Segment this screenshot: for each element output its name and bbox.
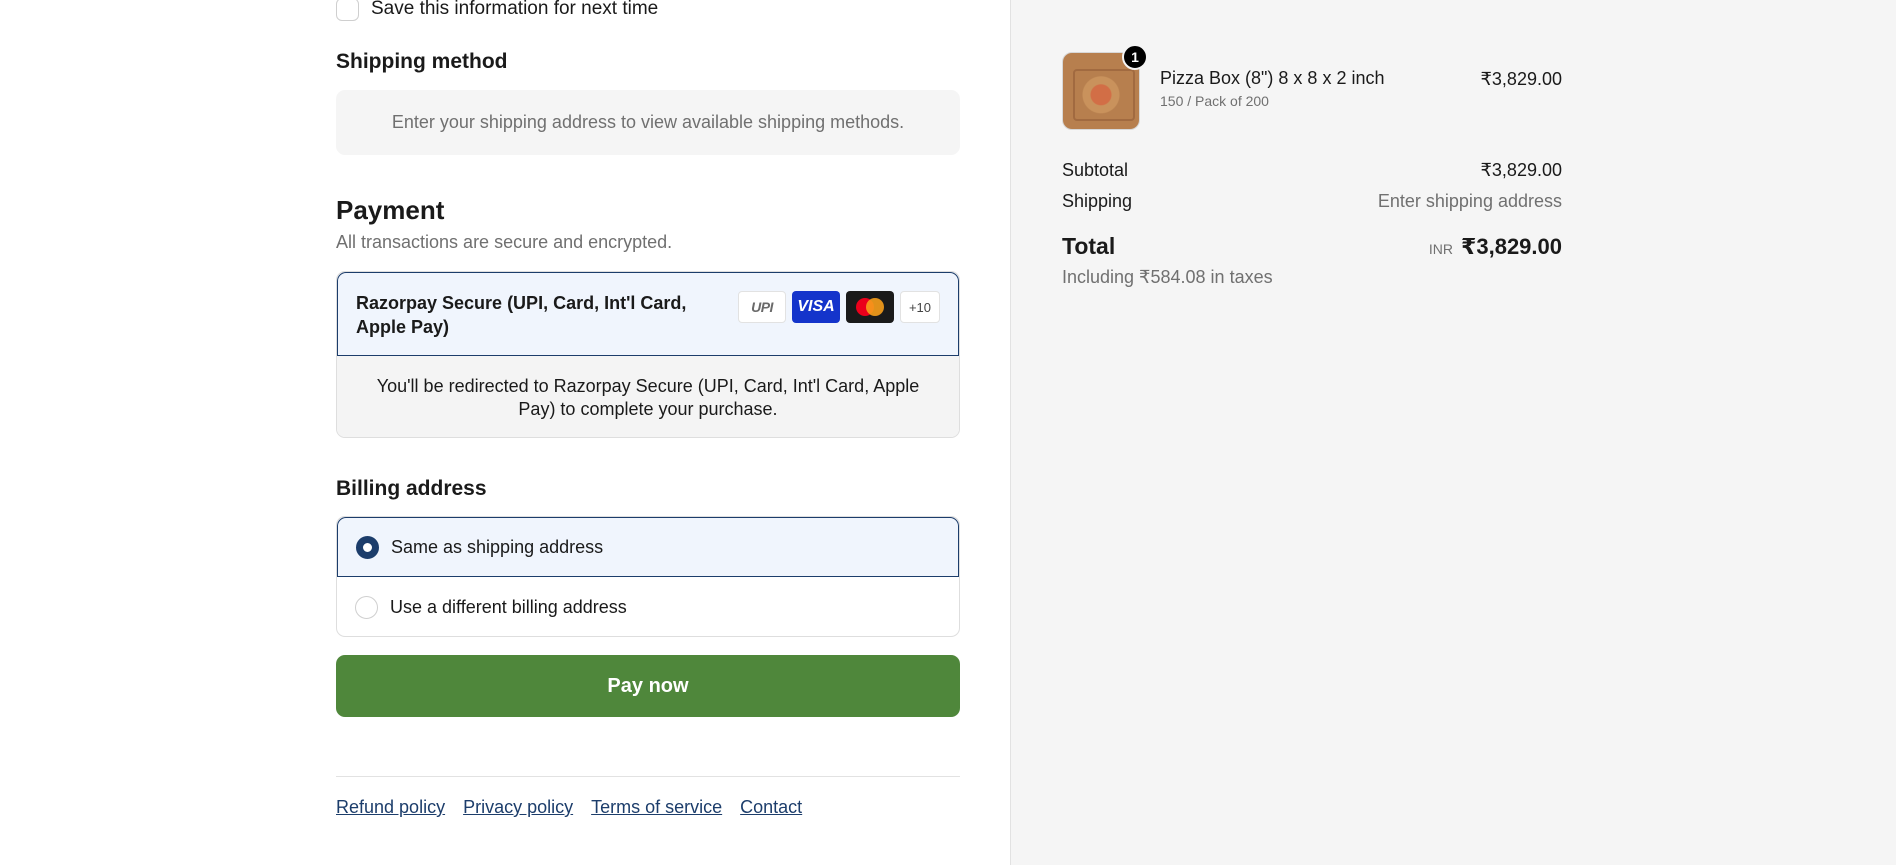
payment-redirect-notice: You'll be redirected to Razorpay Secure … — [337, 356, 959, 437]
product-name: Pizza Box (8") 8 x 8 x 2 inch — [1160, 68, 1385, 88]
payment-logos: UPI VISA +10 — [738, 291, 940, 323]
billing-option-different[interactable]: Use a different billing address — [337, 577, 959, 636]
product-variant: 150 / Pack of 200 — [1160, 93, 1269, 109]
more-payment-methods-badge: +10 — [900, 291, 940, 323]
line-item: 1 Pizza Box (8") 8 x 8 x 2 inch 150 / Pa… — [1062, 44, 1562, 132]
order-summary: 1 Pizza Box (8") 8 x 8 x 2 inch 150 / Pa… — [1010, 0, 1896, 865]
footer-links: Refund policy Privacy policy Terms of se… — [336, 797, 960, 818]
billing-option-same[interactable]: Same as shipping address — [337, 517, 959, 577]
shipping-value: Enter shipping address — [1377, 191, 1562, 211]
shipping-label: Shipping — [1062, 191, 1133, 211]
pay-now-button[interactable]: Pay now — [336, 655, 960, 717]
contact-link[interactable]: Contact — [740, 797, 802, 818]
total-amount: ₹3,829.00 — [1461, 234, 1562, 259]
upi-logo-icon: UPI — [738, 291, 786, 323]
save-info-checkbox[interactable] — [336, 0, 359, 21]
privacy-policy-link[interactable]: Privacy policy — [463, 797, 573, 818]
product-price: ₹3,829.00 — [1480, 69, 1562, 89]
billing-address-options: Same as shipping address Use a different… — [336, 516, 960, 637]
shipping-method-title: Shipping method — [336, 50, 508, 73]
footer-divider — [336, 776, 960, 777]
save-info-label: Save this information for next time — [371, 0, 659, 19]
total-label: Total — [1062, 233, 1116, 259]
payment-option-razorpay[interactable]: Razorpay Secure (UPI, Card, Int'l Card, … — [337, 272, 959, 356]
checkout-page: Save this information for next time Ship… — [0, 0, 1896, 865]
product-info: Pizza Box (8") 8 x 8 x 2 inch 150 / Pack… — [1160, 68, 1460, 132]
refund-policy-link[interactable]: Refund policy — [336, 797, 445, 818]
total-value-group: INR ₹3,829.00 — [1429, 234, 1562, 260]
payment-option-card: Razorpay Secure (UPI, Card, Int'l Card, … — [336, 271, 960, 438]
subtotal-label: Subtotal — [1062, 160, 1129, 180]
subtotal-value: ₹3,829.00 — [1480, 160, 1562, 180]
billing-same-radio[interactable] — [356, 535, 379, 559]
billing-address-title: Billing address — [336, 477, 487, 500]
checkout-main: Save this information for next time Ship… — [0, 0, 1010, 865]
payment-title: Payment — [336, 195, 445, 225]
mastercard-logo-icon — [846, 291, 894, 323]
taxes-note: Including ₹584.08 in taxes — [1062, 267, 1273, 287]
billing-different-label: Use a different billing address — [390, 596, 627, 617]
total-row: Total INR ₹3,829.00 — [1062, 233, 1562, 260]
visa-logo-icon: VISA — [792, 291, 840, 323]
payment-option-label: Razorpay Secure (UPI, Card, Int'l Card, … — [356, 293, 687, 337]
product-thumbnail-wrap: 1 — [1062, 44, 1148, 130]
quantity-badge: 1 — [1122, 44, 1148, 70]
terms-of-service-link[interactable]: Terms of service — [591, 797, 722, 818]
subtotal-row: Subtotal ₹3,829.00 — [1062, 160, 1562, 181]
billing-same-label: Same as shipping address — [391, 536, 604, 557]
currency-code: INR — [1428, 241, 1454, 257]
shipping-row: Shipping Enter shipping address — [1062, 191, 1562, 212]
save-info-row[interactable]: Save this information for next time — [336, 0, 960, 26]
billing-different-radio[interactable] — [355, 595, 378, 619]
payment-subtitle: All transactions are secure and encrypte… — [336, 232, 673, 252]
shipping-method-placeholder: Enter your shipping address to view avai… — [336, 90, 960, 155]
